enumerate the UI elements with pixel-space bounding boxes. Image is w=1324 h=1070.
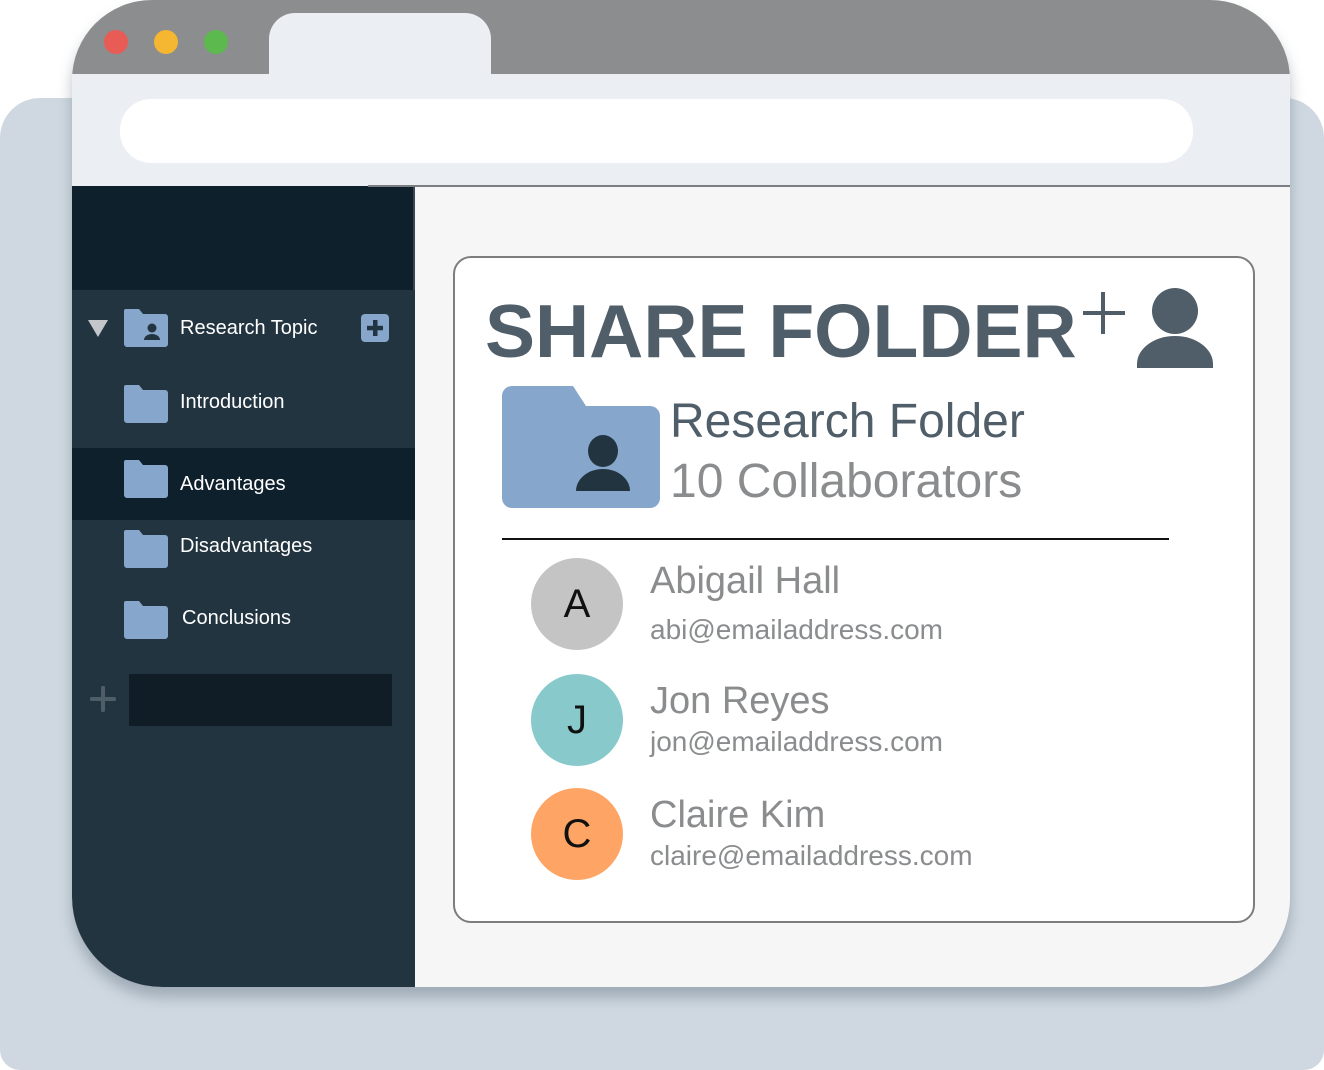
toolbar-divider [368,185,1290,187]
new-folder-input[interactable] [129,674,392,726]
collaborator-name: Jon Reyes [650,680,830,722]
divider [502,538,1169,540]
add-folder-icon[interactable] [90,686,116,712]
folder-icon [124,385,168,423]
sidebar-item-label: Conclusions [182,606,291,629]
share-folder-dialog: SHARE FOLDER Research Folder 10 Collabor… [453,256,1255,923]
minimize-window-button[interactable] [154,30,178,54]
collaborator-count: 10 Collaborators [670,455,1023,508]
sidebar: Research Topic Introduction Advantages D… [72,186,415,987]
avatar: J [531,674,623,766]
main-content: SHARE FOLDER Research Folder 10 Collabor… [415,186,1290,987]
folder-icon [124,601,168,639]
sidebar-item-label: Disadvantages [180,534,313,557]
sidebar-item-conclusions[interactable]: Conclusions [72,582,415,654]
collaborator-email: abi@emailaddress.com [650,614,943,645]
shared-folder-icon [124,309,168,347]
address-bar[interactable] [120,99,1193,163]
browser-toolbar [72,74,1290,186]
sidebar-root-label: Research Topic [180,316,318,339]
browser-window: Research Topic Introduction Advantages D… [72,0,1290,987]
browser-tab[interactable] [269,13,491,83]
folder-icon [124,530,168,568]
add-user-icon[interactable] [1083,288,1215,368]
collaborator-name: Abigail Hall [650,560,841,602]
close-window-button[interactable] [104,30,128,54]
maximize-window-button[interactable] [204,30,228,54]
folder-name: Research Folder [670,395,1025,448]
dialog-title: SHARE FOLDER [485,289,1077,373]
avatar: C [531,788,623,880]
sidebar-item-disadvantages[interactable]: Disadvantages [72,510,415,582]
collaborator-email: jon@emailaddress.com [650,726,943,757]
sidebar-item-label: Advantages [180,472,286,495]
collaborator-email: claire@emailaddress.com [650,840,973,871]
folder-icon [124,460,168,498]
shared-folder-icon [502,386,660,508]
avatar: A [531,558,623,650]
collaborator-row[interactable]: C Claire Kim claire@emailaddress.com [531,788,1171,882]
collaborator-row[interactable]: A Abigail Hall abi@emailaddress.com [531,558,1171,652]
collaborator-name: Claire Kim [650,794,826,836]
sidebar-item-label: Introduction [180,390,285,413]
sidebar-header [72,186,415,290]
sidebar-root-research-topic[interactable]: Research Topic [72,292,415,364]
add-subfolder-button[interactable] [361,314,389,342]
collaborator-row[interactable]: J Jon Reyes jon@emailaddress.com [531,674,1171,768]
expand-caret-icon[interactable] [88,320,108,337]
title-bar [72,0,1290,83]
plus-icon [367,320,383,336]
sidebar-item-introduction[interactable]: Introduction [72,366,415,438]
